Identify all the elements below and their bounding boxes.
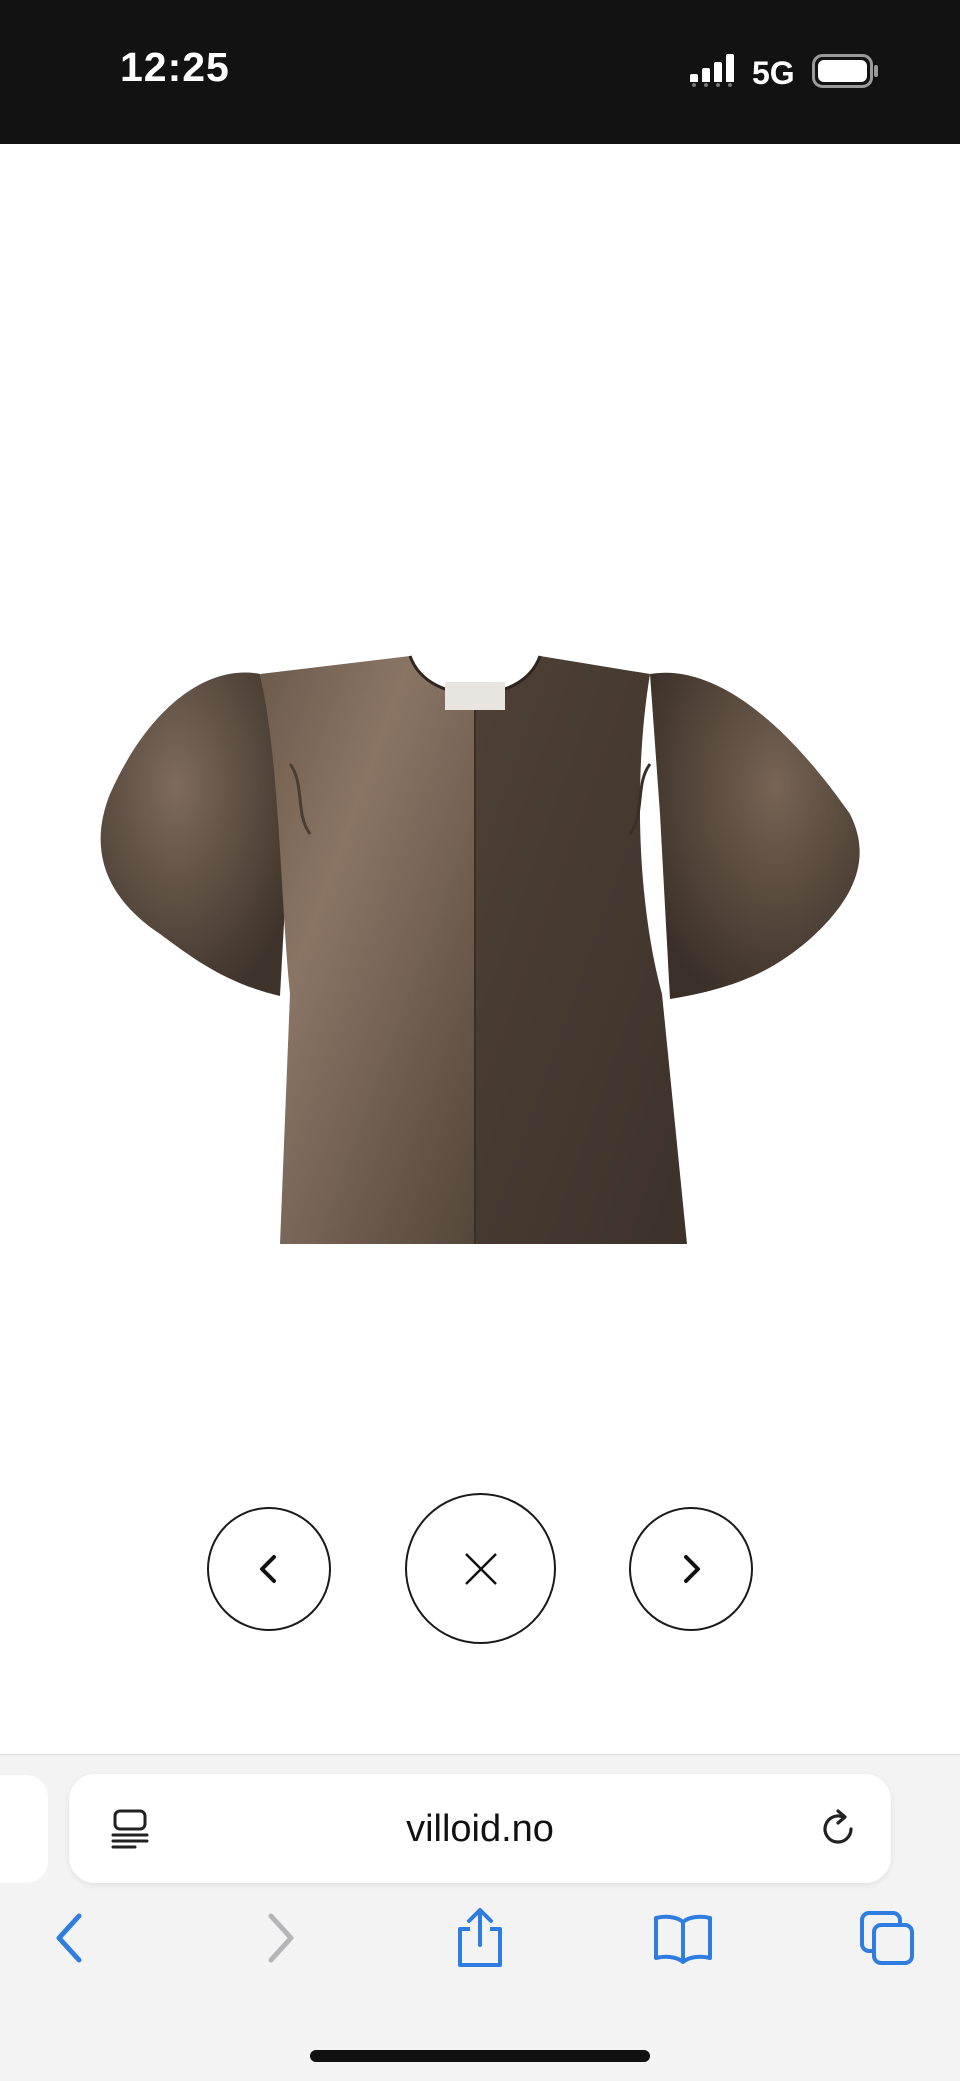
bookmarks-button[interactable] bbox=[648, 1903, 718, 1973]
tabs-icon bbox=[860, 1911, 914, 1965]
next-image-button[interactable] bbox=[629, 1507, 753, 1631]
back-arrow-icon bbox=[56, 1913, 82, 1963]
close-viewer-button[interactable] bbox=[405, 1493, 556, 1644]
previous-tab-preview[interactable] bbox=[0, 1775, 48, 1883]
share-button[interactable] bbox=[445, 1903, 515, 1973]
battery-icon bbox=[812, 54, 878, 88]
bookmarks-icon bbox=[654, 1914, 712, 1964]
forward-button[interactable] bbox=[244, 1903, 314, 1973]
status-bar: 12:25 5G bbox=[0, 0, 960, 144]
address-bar[interactable]: villoid.no bbox=[69, 1774, 891, 1883]
puff-sleeve-satin-top-image bbox=[100, 655, 860, 1244]
network-type-label: 5G bbox=[752, 55, 795, 91]
previous-image-button[interactable] bbox=[207, 1507, 331, 1631]
status-time: 12:25 bbox=[120, 44, 230, 90]
url-text[interactable]: villoid.no bbox=[69, 1808, 891, 1851]
chevron-right-icon bbox=[684, 1555, 700, 1583]
back-button[interactable] bbox=[36, 1903, 106, 1973]
share-icon bbox=[458, 1908, 502, 1967]
chevron-left-icon bbox=[260, 1555, 276, 1583]
home-indicator[interactable] bbox=[310, 2050, 650, 2062]
reload-icon[interactable] bbox=[817, 1807, 861, 1851]
browser-toolbar: villoid.no bbox=[0, 1754, 960, 2081]
tabs-button[interactable] bbox=[852, 1903, 922, 1973]
image-viewer bbox=[0, 144, 960, 1754]
forward-arrow-icon bbox=[268, 1913, 294, 1963]
close-icon bbox=[464, 1552, 497, 1585]
cellular-signal-icon bbox=[690, 54, 734, 87]
